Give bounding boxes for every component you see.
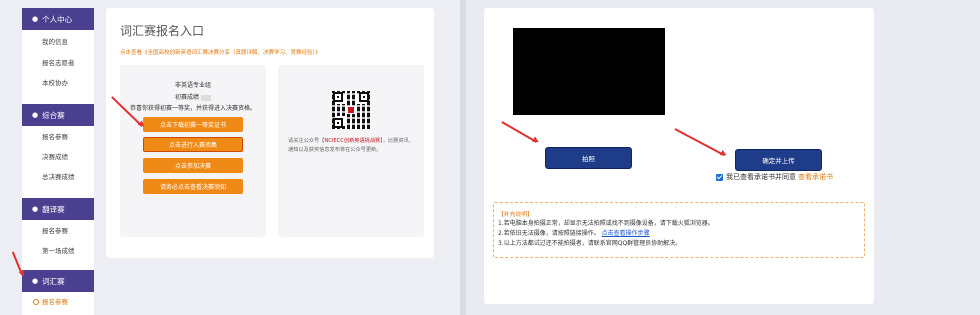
sidebar-item-my-info[interactable]: 我的信息 <box>22 37 94 47</box>
notice-line: 2.若依旧无法摄像，请按照链接操作。 点击查看操作步骤 <box>498 228 650 237</box>
upload-card: 拍照 确定并上传 我已查看承诺书并同意 查看承诺书 【补充说明】 1.若电脑本身… <box>484 8 874 304</box>
sidebar-item-register-active[interactable]: 报名参赛 <box>22 297 94 307</box>
page-title: 词汇赛报名入口 <box>120 24 205 38</box>
sidebar-section-translation[interactable]: ● 翻译赛 <box>22 198 94 220</box>
view-pledge-link[interactable]: 查看承诺书 <box>798 172 833 182</box>
camera-preview <box>513 28 665 115</box>
operation-steps-link[interactable]: 点击查看操作步骤 <box>602 230 650 237</box>
sidebar-section-label: 词汇赛 <box>42 276 65 286</box>
active-ring-icon <box>33 299 39 305</box>
sidebar-section-personal[interactable]: ● 个人中心 <box>22 8 94 30</box>
sidebar-section-label: 翻译赛 <box>42 204 65 214</box>
sidebar-section-vocabulary[interactable]: ● 词汇赛 <box>22 270 94 292</box>
sidebar-section-label: 个人中心 <box>42 14 73 24</box>
agreement-row: 我已查看承诺书并同意 查看承诺书 <box>716 172 833 182</box>
sidebar-item-co-host[interactable]: 本校协办 <box>22 78 94 88</box>
confirm-upload-button[interactable]: 确定并上传 <box>735 149 822 171</box>
sidebar-section-comprehensive[interactable]: ● 综合赛 <box>22 104 94 126</box>
wechat-panel: 请关注公众号【NCIECC创新英语挑战赛】，比赛资讯、通知以及获奖信息发布将在公… <box>278 65 424 237</box>
join-group-button[interactable]: 点击进行入赛须集 <box>143 137 243 152</box>
notice-line-text: 2.若依旧无法摄像，请按照链接操作。 <box>498 230 600 237</box>
sidebar-section-label: 综合赛 <box>42 110 65 120</box>
wechat-follow-text: 请关注公众号【NCIECC创新英语挑战赛】，比赛资讯、通知以及获奖信息发布将在公… <box>288 137 416 155</box>
score-label: 初赛成绩 <box>120 92 266 101</box>
agree-text: 我已查看承诺书并同意 <box>726 173 796 181</box>
notice-title: 【补充说明】 <box>498 212 533 218</box>
bullet-icon: ● <box>32 205 39 213</box>
wechat-account-name: NCIECC创新英语挑战赛 <box>324 138 381 144</box>
sidebar-item-grand-final-score[interactable]: 总决赛成绩 <box>22 172 94 182</box>
sidebar-item-volunteer[interactable]: 报名志愿者 <box>22 58 94 68</box>
sidebar-item-first-round-score[interactable]: 第一场成绩 <box>22 246 94 256</box>
status-text: 恭喜你获得初赛一等奖，并获得进入决赛资格。 <box>129 105 256 112</box>
bullet-icon: ● <box>32 277 39 285</box>
wechat-text-prefix: 请关注公众号【 <box>288 138 325 144</box>
vocab-registration-card: 词汇赛报名入口 点击查看《全国高校创新英语词汇赛决赛分享（真题详解、决赛学习、竞… <box>106 8 434 258</box>
sidebar-item-final-score[interactable]: 决赛成绩 <box>22 152 94 162</box>
score-label-text: 初赛成绩 <box>175 94 200 101</box>
share-link[interactable]: 点击查看《全国高校创新英语词汇赛决赛分享（真题详解、决赛学习、竞赛经验）》 <box>120 48 321 56</box>
notice-line: 1.若电脑本身拍摄正常，却显示无法拍照或找不到摄像设备，请下载火狐浏览器。 <box>498 220 714 227</box>
notice-box: 【补充说明】 1.若电脑本身拍摄正常，却显示无法拍照或找不到摄像设备，请下载火狐… <box>493 202 865 258</box>
download-cert-button[interactable]: 点击下载初赛一等奖证书 <box>143 117 243 132</box>
qr-code-icon <box>332 91 370 129</box>
join-final-button[interactable]: 点击参加决赛 <box>143 158 243 173</box>
bullet-icon: ● <box>32 15 39 23</box>
bullet-icon: ● <box>32 111 39 119</box>
agree-checkbox[interactable] <box>716 173 723 181</box>
score-value-redacted <box>200 94 211 101</box>
group-label: 非英语专业组 <box>174 82 211 89</box>
capture-button[interactable]: 拍照 <box>545 147 632 169</box>
sidebar: ● 个人中心 我的信息 报名志愿者 本校协办 ● 综合赛 报名参赛 决赛成绩 总… <box>22 8 94 315</box>
notice-line: 3.以上方法都试过还不能拍摄者，请联系官网QQ群管理员协助解决。 <box>498 240 682 247</box>
qr-logo-icon <box>347 106 355 114</box>
sidebar-item-register[interactable]: 报名参赛 <box>22 132 94 142</box>
final-notice-button[interactable]: 请务必点击查看决赛须知 <box>143 179 243 194</box>
sidebar-item-label: 报名参赛 <box>42 298 68 306</box>
sidebar-item-register[interactable]: 报名参赛 <box>22 226 94 236</box>
result-panel: 非英语专业组 初赛成绩 恭喜你获得初赛一等奖，并获得进入决赛资格。 点击下载初赛… <box>120 65 266 237</box>
